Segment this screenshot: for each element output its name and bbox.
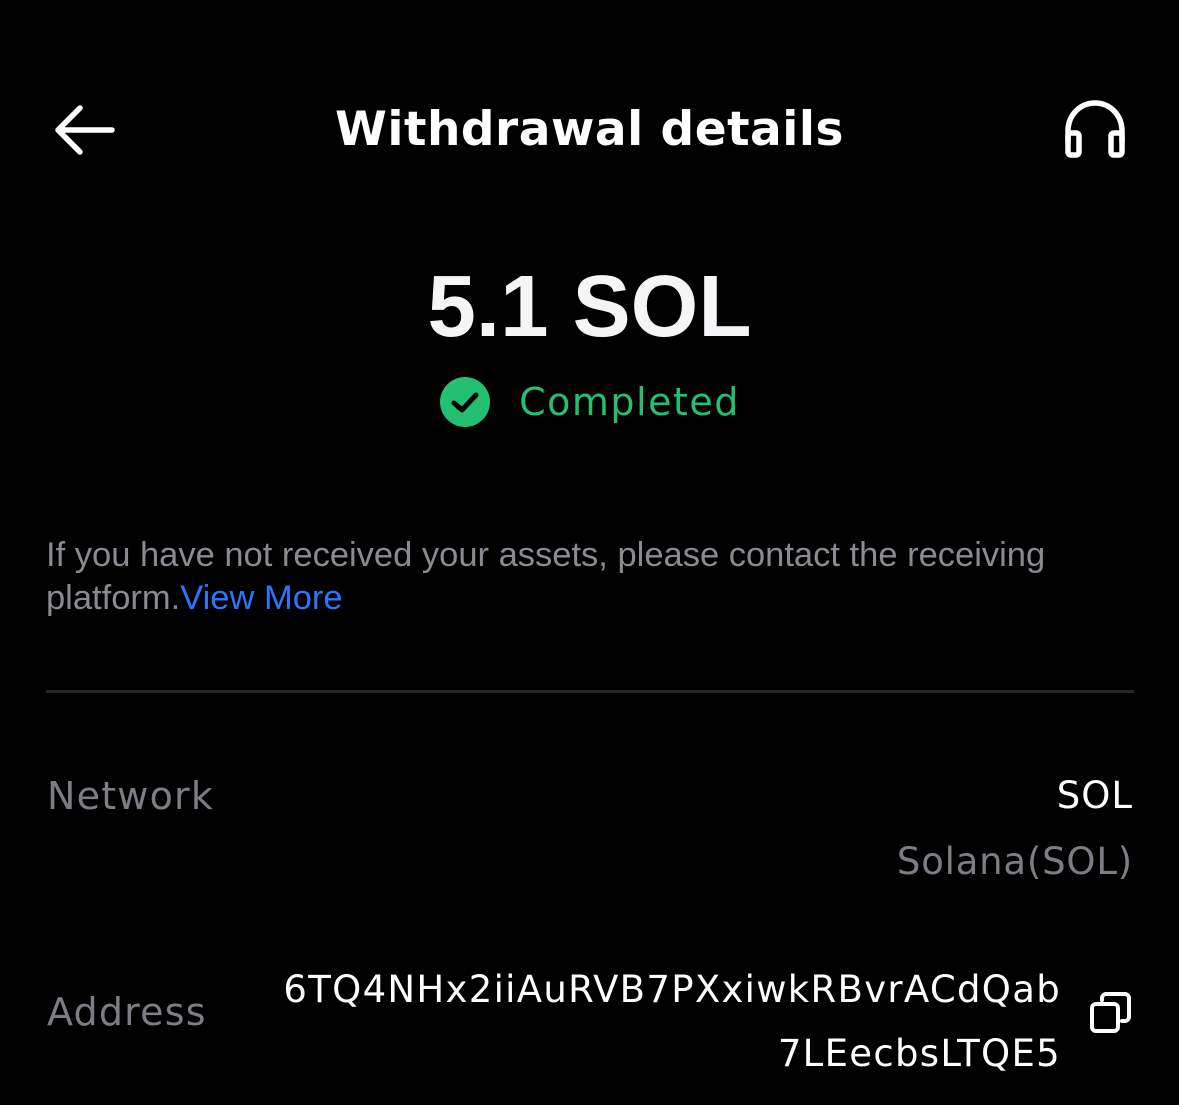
view-more-link[interactable]: View More xyxy=(180,579,342,617)
receipt-notice: If you have not received your assets, pl… xyxy=(46,534,1136,620)
address-line-2: 7LEecbsLTQE5 xyxy=(777,1032,1061,1075)
status-row: Completed xyxy=(0,370,1179,434)
withdrawal-amount: 5.1 SOL xyxy=(427,258,752,355)
check-circle-icon xyxy=(440,377,491,427)
network-value: SOL xyxy=(1056,774,1133,817)
section-divider xyxy=(46,690,1134,693)
address-value: 6TQ4NHx2iiAuRVB7PXxiwkRBvrACdQab 7LEecbs… xyxy=(241,958,1061,1086)
address-line-1: 6TQ4NHx2iiAuRVB7PXxiwkRBvrACdQab xyxy=(283,968,1061,1011)
network-full-name: Solana(SOL) xyxy=(896,840,1133,883)
page-title: Withdrawal details xyxy=(335,102,844,157)
copy-icon xyxy=(1090,992,1131,1033)
support-button[interactable] xyxy=(1058,96,1132,162)
header-bar: Withdrawal details xyxy=(0,0,1179,260)
copy-address-button[interactable] xyxy=(1088,990,1134,1036)
network-label: Network xyxy=(47,774,215,818)
status-label: Completed xyxy=(519,380,740,424)
address-label: Address xyxy=(47,990,207,1034)
headset-icon xyxy=(1065,100,1125,158)
